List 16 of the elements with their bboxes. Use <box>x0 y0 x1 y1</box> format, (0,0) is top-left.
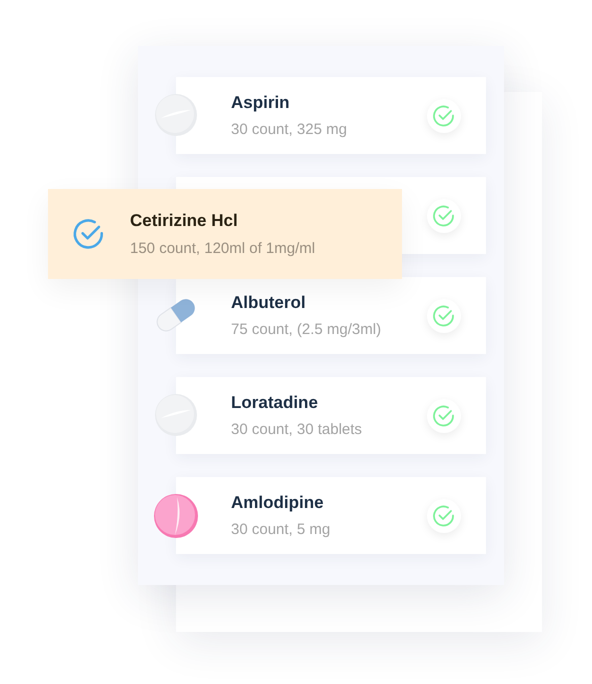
medication-name: Amlodipine <box>231 492 325 514</box>
tablet-icon <box>153 493 199 539</box>
medication-row[interactable]: Amlodipine 30 count, 5 mg <box>176 477 486 554</box>
medication-name: Cetirizine Hcl <box>130 210 239 232</box>
medication-detail: 30 count, 30 tablets <box>231 420 363 440</box>
medication-detail: 30 count, 5 mg <box>231 520 332 540</box>
medication-name: Loratadine <box>231 392 319 414</box>
medication-row[interactable]: Aspirin 30 count, 325 mg <box>176 77 486 154</box>
medication-detail: 150 count, 120ml of 1mg/ml <box>130 239 316 259</box>
medication-tooltip[interactable]: Cetirizine Hcl 150 count, 120ml of 1mg/ml <box>48 189 402 279</box>
medication-name: Albuterol <box>231 292 307 314</box>
medication-detail: 30 count, 325 mg <box>231 120 348 140</box>
medication-row[interactable]: Albuterol 75 count, (2.5 mg/3ml) <box>176 277 486 354</box>
medication-row[interactable]: Loratadine 30 count, 30 tablets <box>176 377 486 454</box>
medication-detail: 75 count, (2.5 mg/3ml) <box>231 320 382 340</box>
medication-name: Aspirin <box>231 92 291 114</box>
